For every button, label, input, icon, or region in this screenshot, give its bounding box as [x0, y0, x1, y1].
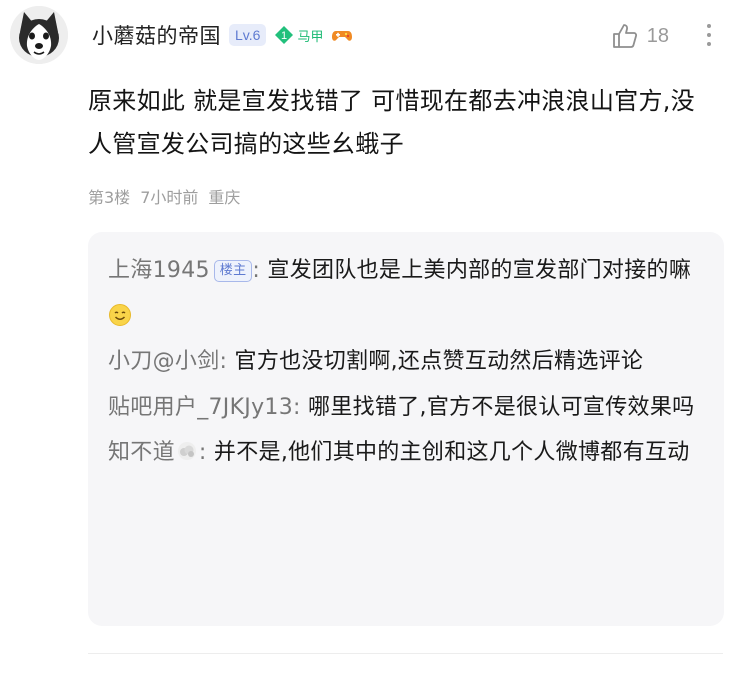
reply-item[interactable]: 贴吧用户_7JKJy13: 哪里找错了,官方不是很认可宣传效果吗	[108, 385, 710, 431]
reply-item[interactable]: 知不道 : 并不是,他们其中的主创和这几个人微博都有互动	[108, 430, 710, 476]
divider	[88, 653, 723, 654]
reply-text: 哪里找错了,官方不是很认可宣传效果吗	[300, 394, 695, 420]
vest-number: 1	[281, 30, 287, 42]
reply-author[interactable]: 小刀@小剑	[108, 349, 220, 374]
husky-dog-avatar-icon	[10, 6, 68, 64]
reply-item[interactable]: 小刀@小剑: 官方也没切割啊,还点赞互动然后精选评论	[108, 339, 710, 385]
gamepad-icon	[332, 31, 353, 41]
smile-emoji-icon	[109, 303, 131, 326]
avatar[interactable]	[10, 6, 68, 64]
more-dot-icon	[707, 33, 711, 37]
comment-meta: 第3楼 7小时前 重庆	[88, 184, 240, 208]
thumbs-up-icon	[612, 24, 637, 48]
reply-author[interactable]: 知不道	[108, 440, 175, 465]
vest-badge: 1 马甲	[274, 25, 323, 45]
cloud-badge-icon	[177, 442, 196, 460]
more-dot-icon	[707, 24, 711, 28]
username[interactable]: 小蘑菇的帝国	[92, 20, 221, 50]
location: 重庆	[208, 188, 241, 207]
replies-panel[interactable]: 上海1945 楼主: 宣发团队也是上美内部的宣发部门对接的嘛 小刀@小剑: 官方也…	[88, 232, 724, 626]
like-count: 18	[646, 24, 669, 47]
more-options-button[interactable]	[701, 18, 717, 52]
reply-separator: :	[252, 258, 261, 283]
reply-separator: :	[198, 440, 207, 465]
reply-separator: :	[293, 394, 301, 420]
comment-header: 小蘑菇的帝国 Lv.6 1 马甲	[92, 18, 353, 52]
op-tag: 楼主	[213, 260, 253, 282]
level-badge: Lv.6	[229, 24, 267, 46]
reply-author[interactable]: 贴吧用户_7JKJy13	[108, 395, 293, 420]
reply-text: 并不是,他们其中的主创和这几个人微博都有互动	[206, 440, 690, 465]
vest-label: 马甲	[297, 29, 324, 45]
reply-author[interactable]: 上海1945	[108, 258, 210, 283]
reply-text: 官方也没切割啊,还点赞互动然后精选评论	[227, 349, 644, 374]
floor-number: 第3楼	[88, 188, 131, 207]
reply-item[interactable]: 上海1945 楼主: 宣发团队也是上美内部的宣发部门对接的嘛	[108, 248, 710, 339]
comment-card: 小蘑菇的帝国 Lv.6 1 马甲 18 原来如此 就是宣发找错了 可惜现在都去冲…	[0, 0, 739, 685]
reply-text: 宣发团队也是上美内部的宣发部门对接的嘛	[260, 258, 692, 283]
comment-text: 原来如此 就是宣发找错了 可惜现在都去冲浪浪山官方,没人管宣发公司搞的这些幺蛾子	[88, 87, 695, 158]
more-dot-icon	[707, 42, 711, 46]
post-time: 7小时前	[140, 188, 199, 207]
like-button[interactable]: 18	[611, 20, 669, 52]
vest-diamond-icon: 1	[275, 26, 294, 44]
